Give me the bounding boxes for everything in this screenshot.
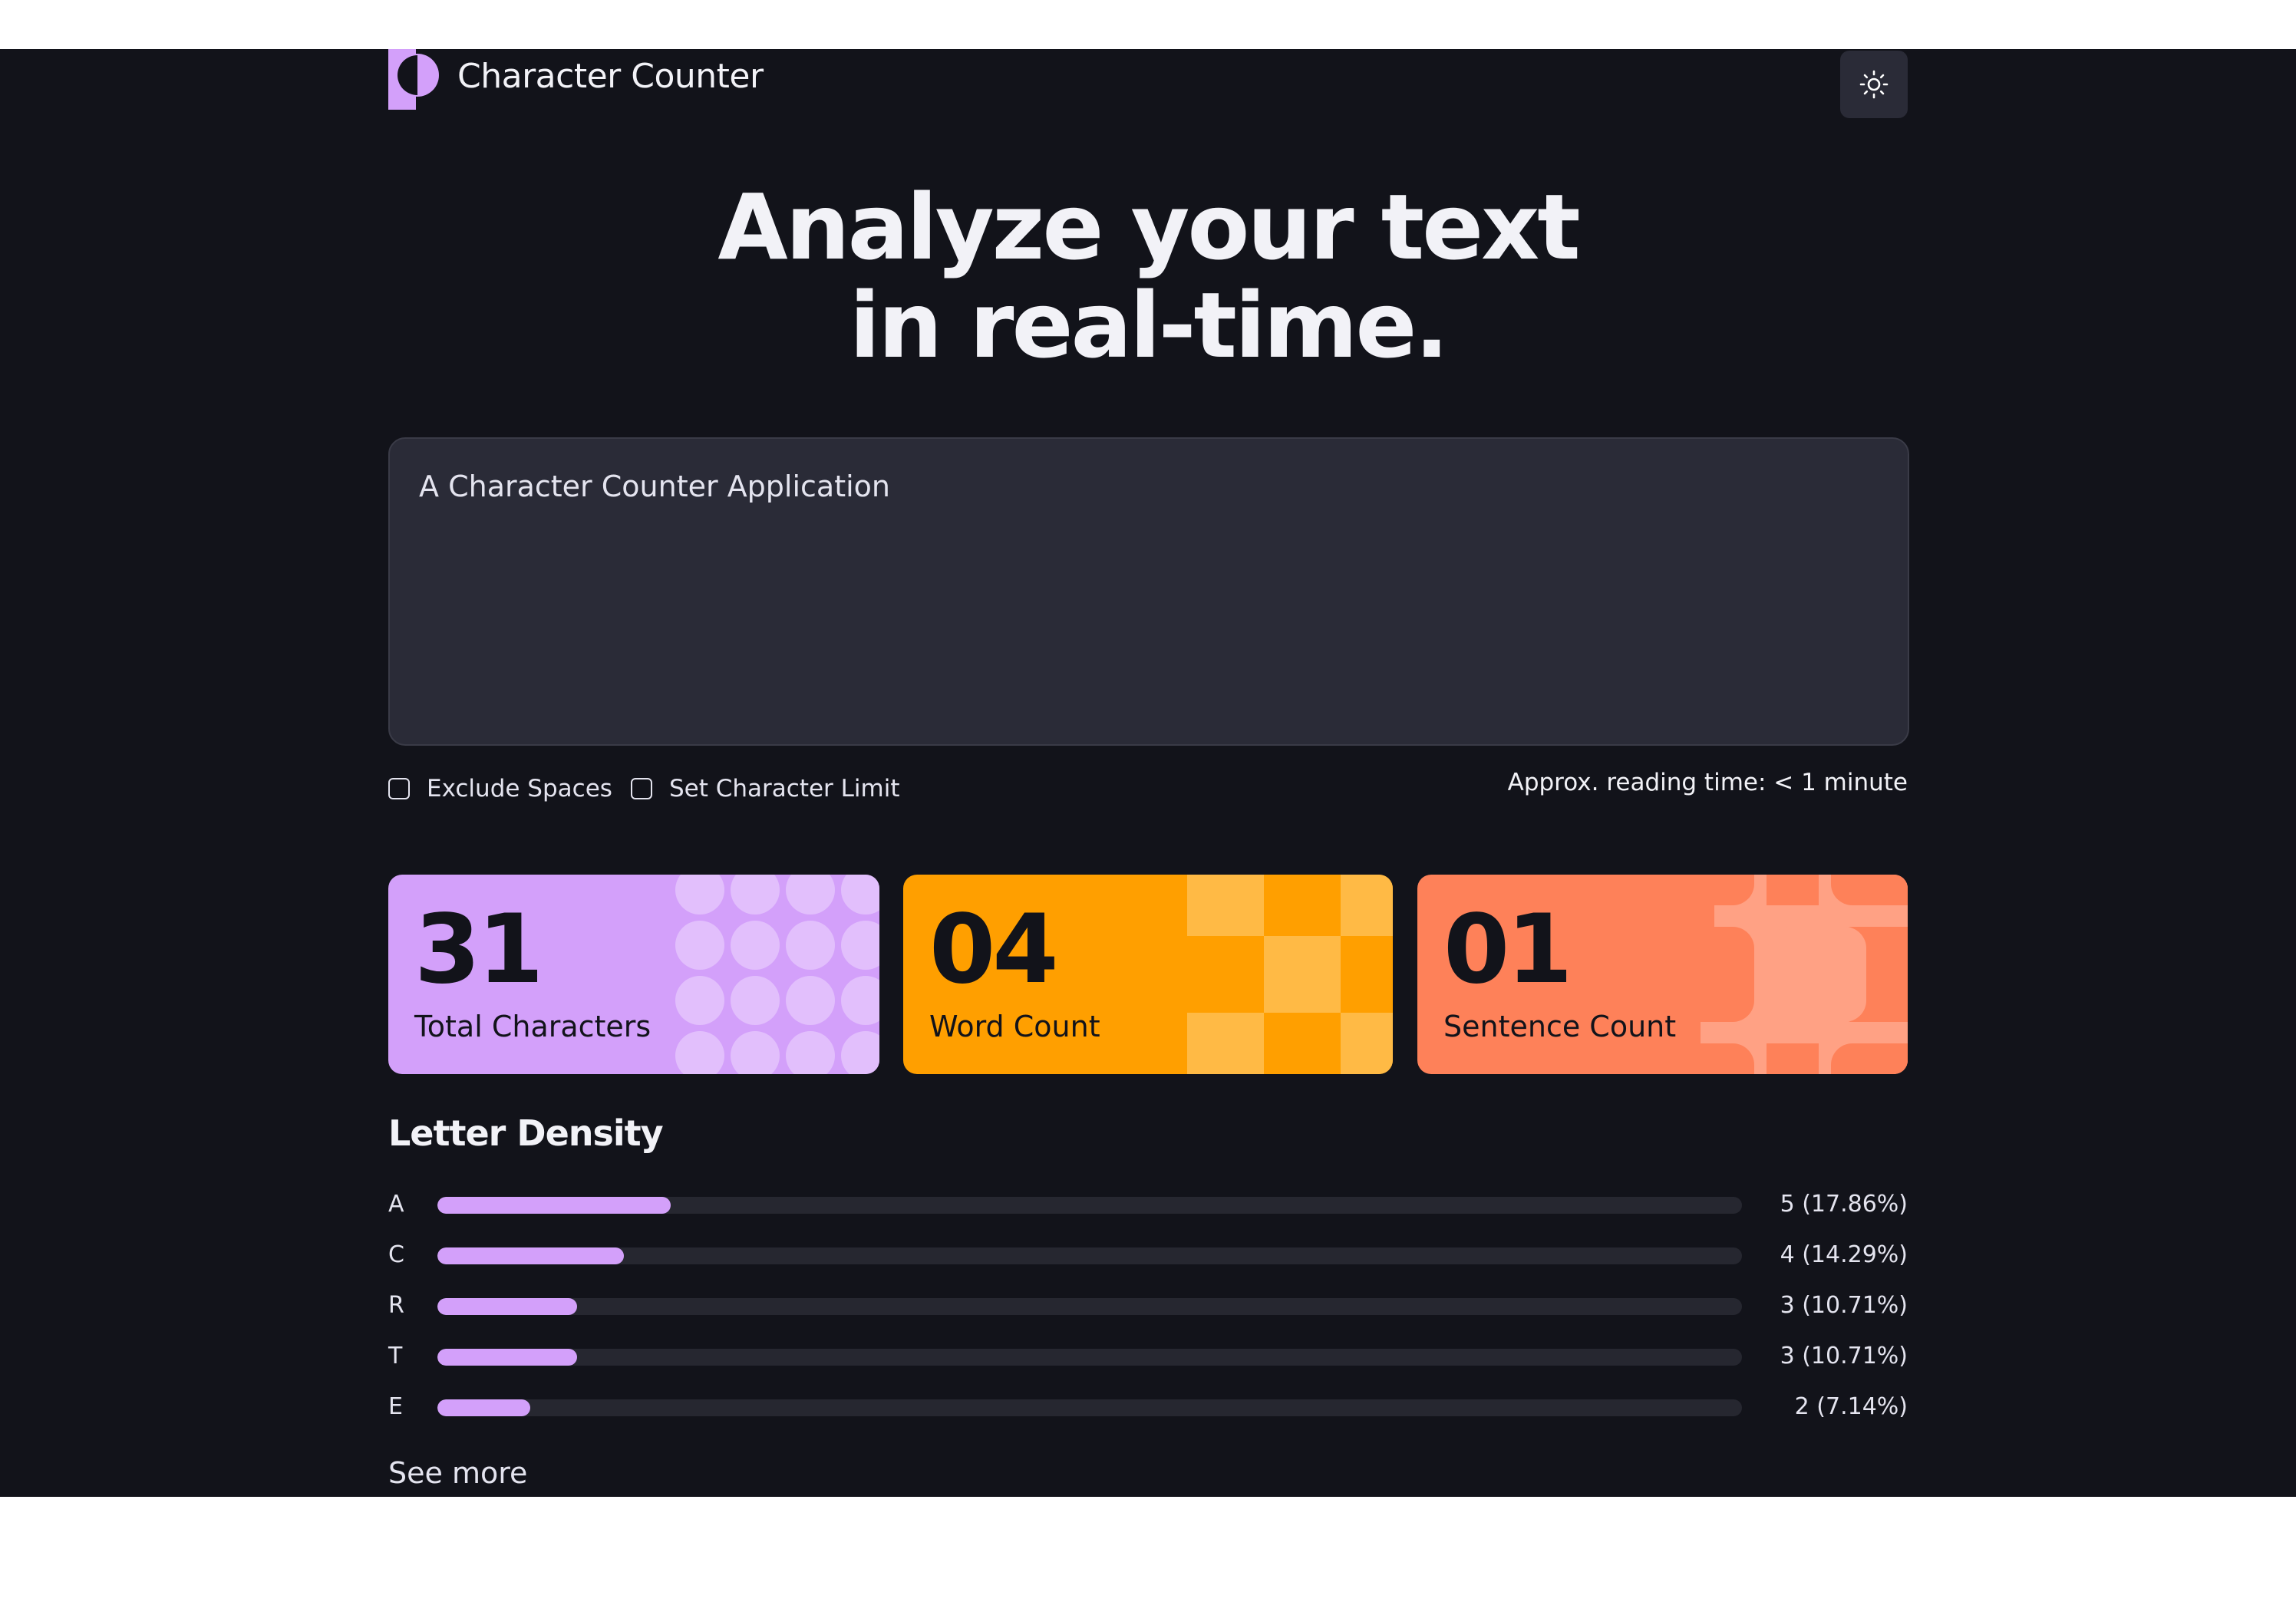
logo — [388, 49, 439, 110]
density-row: R 3 (10.71%) — [388, 1290, 1908, 1321]
density-letter: E — [388, 1393, 403, 1420]
density-value: 3 (10.71%) — [1780, 1343, 1908, 1369]
exclude-spaces-label: Exclude Spaces — [427, 775, 612, 802]
hero-heading: Analyze your text in real-time. — [0, 178, 2296, 374]
app-window: Character Counter Analyze your text in r… — [0, 49, 2296, 1497]
character-limit-option[interactable]: Set Character Limit — [631, 775, 900, 802]
letter-density-title: Letter Density — [388, 1112, 664, 1154]
see-more-button[interactable]: See more — [388, 1456, 527, 1490]
density-track — [437, 1399, 1742, 1416]
density-value: 5 (17.86%) — [1780, 1191, 1908, 1218]
density-letter: T — [388, 1343, 403, 1369]
density-row: T 3 (10.71%) — [388, 1341, 1908, 1372]
density-letter: A — [388, 1191, 404, 1218]
density-row: E 2 (7.14%) — [388, 1392, 1908, 1422]
density-value: 4 (14.29%) — [1780, 1241, 1908, 1268]
density-bar — [437, 1399, 531, 1416]
circles-pattern — [675, 875, 879, 1074]
sun-icon — [1859, 70, 1889, 99]
reading-time: Approx. reading time: < 1 minute — [1507, 769, 1908, 796]
exclude-spaces-option[interactable]: Exclude Spaces — [388, 775, 612, 802]
density-row: C 4 (14.29%) — [388, 1240, 1908, 1270]
text-input-value: A Character Counter Application — [419, 470, 891, 503]
total-characters-card: 31 Total Characters — [388, 875, 879, 1074]
word-count-label: Word Count — [929, 1010, 1100, 1043]
density-track — [437, 1247, 1742, 1264]
density-bar — [437, 1298, 578, 1315]
density-letter: C — [388, 1241, 404, 1268]
hero-line-2: in real-time. — [849, 272, 1449, 378]
word-count-card: 04 Word Count — [903, 875, 1393, 1074]
density-bar — [437, 1349, 578, 1366]
density-track — [437, 1197, 1742, 1214]
density-bar — [437, 1247, 624, 1264]
character-limit-checkbox[interactable] — [631, 778, 652, 799]
sentence-count-card: 01 Sentence Count — [1417, 875, 1908, 1074]
exclude-spaces-checkbox[interactable] — [388, 778, 410, 799]
hero-line-1: Analyze your text — [718, 174, 1580, 280]
word-count-value: 04 — [929, 895, 1059, 1005]
density-letter: R — [388, 1292, 404, 1319]
density-value: 2 (7.14%) — [1794, 1393, 1908, 1420]
total-characters-label: Total Characters — [414, 1010, 652, 1043]
checker-pattern — [1187, 875, 1393, 1074]
app-title: Character Counter — [457, 57, 764, 96]
density-value: 3 (10.71%) — [1780, 1292, 1908, 1319]
text-input-area[interactable]: A Character Counter Application — [388, 437, 1909, 746]
rounded-squares-pattern — [1701, 875, 1908, 1074]
density-track — [437, 1298, 1742, 1315]
sentence-count-value: 01 — [1443, 895, 1573, 1005]
character-limit-label: Set Character Limit — [669, 775, 900, 802]
total-characters-value: 31 — [414, 895, 544, 1005]
density-row: A 5 (17.86%) — [388, 1189, 1908, 1220]
header: Character Counter — [388, 49, 1908, 118]
theme-toggle-button[interactable] — [1840, 51, 1908, 118]
density-bar — [437, 1197, 671, 1214]
density-track — [437, 1349, 1742, 1366]
sentence-count-label: Sentence Count — [1443, 1010, 1677, 1043]
